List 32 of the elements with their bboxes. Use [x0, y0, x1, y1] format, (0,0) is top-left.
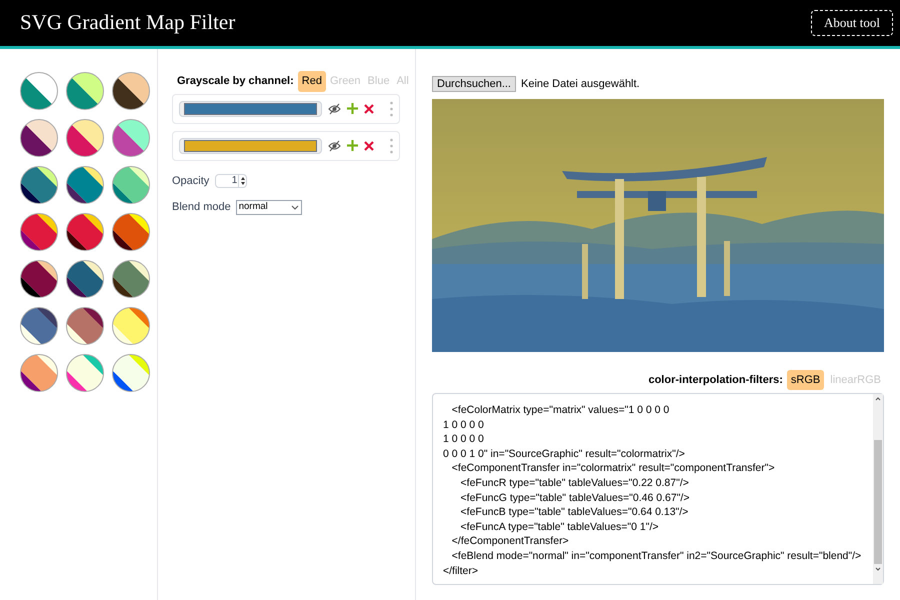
eye-slash-icon[interactable]	[328, 102, 342, 114]
browse-button[interactable]: Durchsuchen...	[432, 76, 516, 92]
gradient-swatch[interactable]	[20, 119, 58, 157]
drag-handle-icon[interactable]	[390, 138, 393, 154]
color-picker[interactable]	[179, 100, 322, 116]
drag-handle-icon[interactable]	[390, 100, 393, 116]
gradient-swatch[interactable]	[112, 72, 150, 110]
file-status: Keine Datei ausgewählt.	[520, 77, 640, 92]
eye-slash-icon[interactable]	[328, 140, 342, 152]
about-button[interactable]: About tool	[811, 10, 893, 36]
code-textarea[interactable]	[432, 393, 884, 585]
opacity-label: Opacity	[172, 174, 210, 188]
opacity-spinner[interactable]: 1	[215, 174, 248, 188]
close-icon[interactable]	[364, 140, 374, 150]
gradient-swatch[interactable]	[20, 72, 58, 110]
blend-mode-select[interactable]: normal	[236, 200, 302, 215]
gradient-swatch[interactable]	[112, 354, 150, 392]
color-picker[interactable]	[179, 138, 322, 154]
channel-label: Grayscale by channel:	[177, 74, 294, 89]
code-text: <feColorMatrix type="matrix" values="1 0 0 0 0 1 0 0 0 0 1 0 0 0 0 0 0 0 1 0" in="SourceGraphic" result="colormatrix"/> <feComponentTransfer in="colormatrix" result="componentTransfer"> <feFuncR type="table" tableValues="0.22 0.87"/> <feFuncG type="table" tableValues="0.46 0.67"/> <feFuncB type="table" tableValues="0.64 0.13"/> <feFuncA type="table" tableValues="0 1"/> </feComponentTransfer> <feBlend mode="normal" in="componentTransfer" in2="SourceGraphic" result="blend"/> </filter>	[443, 403, 862, 578]
chevron-down-icon	[290, 204, 299, 210]
gradient-swatch[interactable]	[112, 119, 150, 157]
scrollbar[interactable]	[873, 394, 883, 584]
option-tab[interactable]: sRGB	[786, 370, 824, 390]
color-interpolation-label: color-interpolation-filters:	[648, 372, 783, 388]
close-icon[interactable]	[364, 104, 374, 114]
blend-mode-label: Blend mode	[172, 200, 231, 215]
gradient-swatch[interactable]	[66, 119, 104, 157]
gradient-swatch[interactable]	[66, 72, 104, 110]
option-tab[interactable]: Red	[298, 71, 326, 92]
app-title: SVG Gradient Map Filter	[20, 9, 236, 36]
spinner-arrows-icon	[240, 176, 246, 186]
